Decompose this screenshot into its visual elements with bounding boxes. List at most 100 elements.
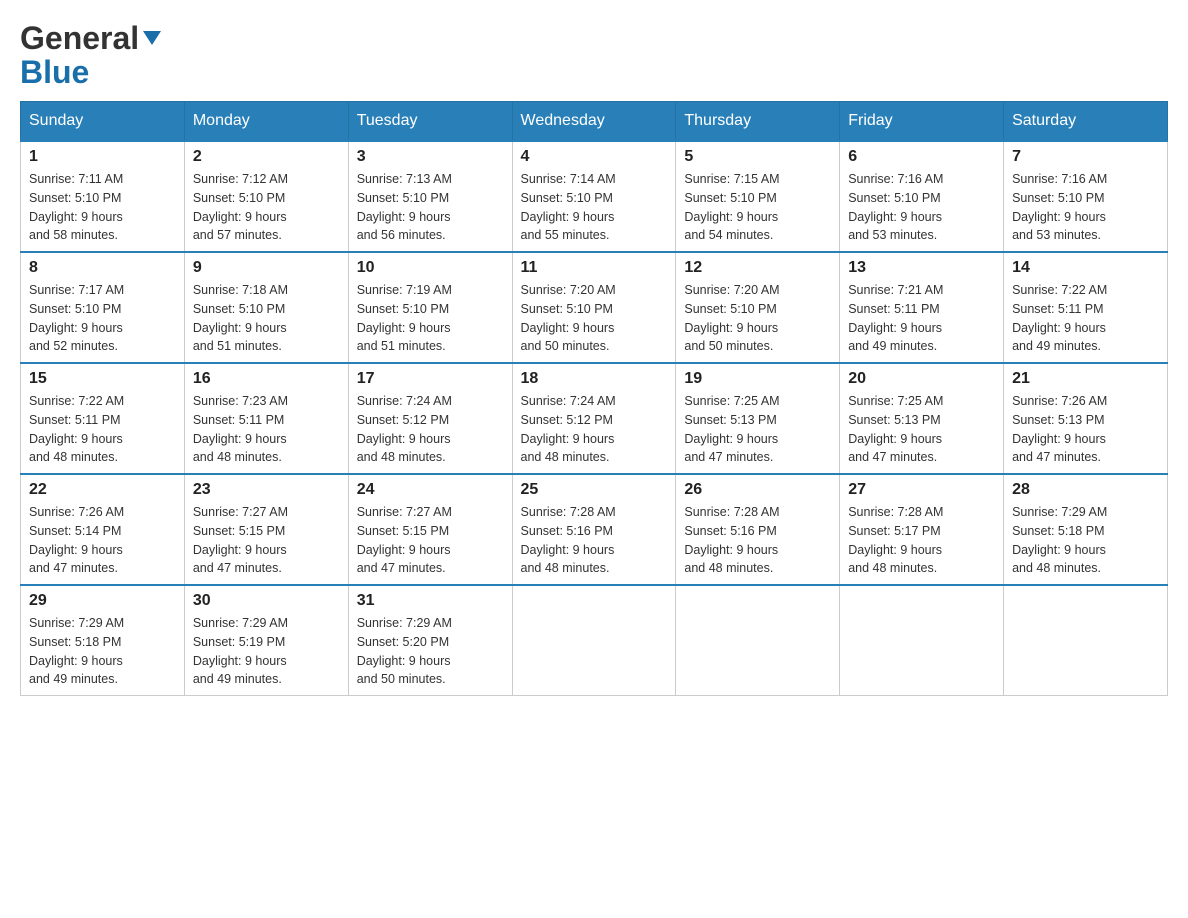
day-info: Sunrise: 7:29 AM Sunset: 5:19 PM Dayligh… bbox=[193, 614, 340, 689]
day-number: 26 bbox=[684, 481, 831, 499]
calendar-cell: 6 Sunrise: 7:16 AM Sunset: 5:10 PM Dayli… bbox=[840, 141, 1004, 252]
day-info: Sunrise: 7:17 AM Sunset: 5:10 PM Dayligh… bbox=[29, 281, 176, 356]
day-number: 17 bbox=[357, 370, 504, 388]
calendar-body: 1 Sunrise: 7:11 AM Sunset: 5:10 PM Dayli… bbox=[21, 141, 1168, 696]
day-info: Sunrise: 7:24 AM Sunset: 5:12 PM Dayligh… bbox=[357, 392, 504, 467]
logo: General Blue bbox=[20, 20, 161, 91]
weekday-header-friday: Friday bbox=[840, 102, 1004, 142]
weekday-header-sunday: Sunday bbox=[21, 102, 185, 142]
day-number: 10 bbox=[357, 259, 504, 277]
calendar-cell: 26 Sunrise: 7:28 AM Sunset: 5:16 PM Dayl… bbox=[676, 474, 840, 585]
day-number: 5 bbox=[684, 148, 831, 166]
day-info: Sunrise: 7:11 AM Sunset: 5:10 PM Dayligh… bbox=[29, 170, 176, 245]
day-number: 16 bbox=[193, 370, 340, 388]
day-info: Sunrise: 7:25 AM Sunset: 5:13 PM Dayligh… bbox=[848, 392, 995, 467]
day-info: Sunrise: 7:12 AM Sunset: 5:10 PM Dayligh… bbox=[193, 170, 340, 245]
day-info: Sunrise: 7:13 AM Sunset: 5:10 PM Dayligh… bbox=[357, 170, 504, 245]
day-info: Sunrise: 7:18 AM Sunset: 5:10 PM Dayligh… bbox=[193, 281, 340, 356]
weekday-header-monday: Monday bbox=[184, 102, 348, 142]
day-info: Sunrise: 7:21 AM Sunset: 5:11 PM Dayligh… bbox=[848, 281, 995, 356]
weekday-header-saturday: Saturday bbox=[1004, 102, 1168, 142]
calendar-table: SundayMondayTuesdayWednesdayThursdayFrid… bbox=[20, 101, 1168, 696]
day-number: 8 bbox=[29, 259, 176, 277]
calendar-cell: 10 Sunrise: 7:19 AM Sunset: 5:10 PM Dayl… bbox=[348, 252, 512, 363]
calendar-week-4: 22 Sunrise: 7:26 AM Sunset: 5:14 PM Dayl… bbox=[21, 474, 1168, 585]
calendar-cell: 15 Sunrise: 7:22 AM Sunset: 5:11 PM Dayl… bbox=[21, 363, 185, 474]
day-number: 22 bbox=[29, 481, 176, 499]
calendar-cell bbox=[840, 585, 1004, 696]
day-number: 28 bbox=[1012, 481, 1159, 499]
day-info: Sunrise: 7:24 AM Sunset: 5:12 PM Dayligh… bbox=[521, 392, 668, 467]
day-number: 9 bbox=[193, 259, 340, 277]
calendar-cell: 7 Sunrise: 7:16 AM Sunset: 5:10 PM Dayli… bbox=[1004, 141, 1168, 252]
day-info: Sunrise: 7:16 AM Sunset: 5:10 PM Dayligh… bbox=[1012, 170, 1159, 245]
header: General Blue bbox=[20, 20, 1168, 91]
calendar-header: SundayMondayTuesdayWednesdayThursdayFrid… bbox=[21, 102, 1168, 142]
calendar-cell: 2 Sunrise: 7:12 AM Sunset: 5:10 PM Dayli… bbox=[184, 141, 348, 252]
calendar-cell bbox=[512, 585, 676, 696]
calendar-cell: 19 Sunrise: 7:25 AM Sunset: 5:13 PM Dayl… bbox=[676, 363, 840, 474]
day-number: 6 bbox=[848, 148, 995, 166]
calendar-cell: 5 Sunrise: 7:15 AM Sunset: 5:10 PM Dayli… bbox=[676, 141, 840, 252]
day-info: Sunrise: 7:29 AM Sunset: 5:18 PM Dayligh… bbox=[1012, 503, 1159, 578]
calendar-week-3: 15 Sunrise: 7:22 AM Sunset: 5:11 PM Dayl… bbox=[21, 363, 1168, 474]
day-info: Sunrise: 7:28 AM Sunset: 5:17 PM Dayligh… bbox=[848, 503, 995, 578]
day-number: 11 bbox=[521, 259, 668, 277]
day-info: Sunrise: 7:22 AM Sunset: 5:11 PM Dayligh… bbox=[29, 392, 176, 467]
day-info: Sunrise: 7:15 AM Sunset: 5:10 PM Dayligh… bbox=[684, 170, 831, 245]
day-info: Sunrise: 7:28 AM Sunset: 5:16 PM Dayligh… bbox=[684, 503, 831, 578]
calendar-cell: 16 Sunrise: 7:23 AM Sunset: 5:11 PM Dayl… bbox=[184, 363, 348, 474]
calendar-cell: 29 Sunrise: 7:29 AM Sunset: 5:18 PM Dayl… bbox=[21, 585, 185, 696]
day-number: 21 bbox=[1012, 370, 1159, 388]
day-number: 31 bbox=[357, 592, 504, 610]
day-number: 1 bbox=[29, 148, 176, 166]
day-info: Sunrise: 7:28 AM Sunset: 5:16 PM Dayligh… bbox=[521, 503, 668, 578]
calendar-cell: 20 Sunrise: 7:25 AM Sunset: 5:13 PM Dayl… bbox=[840, 363, 1004, 474]
day-info: Sunrise: 7:29 AM Sunset: 5:20 PM Dayligh… bbox=[357, 614, 504, 689]
weekday-header-wednesday: Wednesday bbox=[512, 102, 676, 142]
day-number: 27 bbox=[848, 481, 995, 499]
weekday-header-row: SundayMondayTuesdayWednesdayThursdayFrid… bbox=[21, 102, 1168, 142]
calendar-cell: 12 Sunrise: 7:20 AM Sunset: 5:10 PM Dayl… bbox=[676, 252, 840, 363]
calendar-cell: 22 Sunrise: 7:26 AM Sunset: 5:14 PM Dayl… bbox=[21, 474, 185, 585]
calendar-cell: 9 Sunrise: 7:18 AM Sunset: 5:10 PM Dayli… bbox=[184, 252, 348, 363]
calendar-cell: 23 Sunrise: 7:27 AM Sunset: 5:15 PM Dayl… bbox=[184, 474, 348, 585]
day-number: 4 bbox=[521, 148, 668, 166]
day-number: 7 bbox=[1012, 148, 1159, 166]
calendar-cell: 27 Sunrise: 7:28 AM Sunset: 5:17 PM Dayl… bbox=[840, 474, 1004, 585]
day-info: Sunrise: 7:29 AM Sunset: 5:18 PM Dayligh… bbox=[29, 614, 176, 689]
day-number: 18 bbox=[521, 370, 668, 388]
day-number: 19 bbox=[684, 370, 831, 388]
calendar-cell: 14 Sunrise: 7:22 AM Sunset: 5:11 PM Dayl… bbox=[1004, 252, 1168, 363]
day-info: Sunrise: 7:27 AM Sunset: 5:15 PM Dayligh… bbox=[193, 503, 340, 578]
day-number: 23 bbox=[193, 481, 340, 499]
day-number: 2 bbox=[193, 148, 340, 166]
day-info: Sunrise: 7:27 AM Sunset: 5:15 PM Dayligh… bbox=[357, 503, 504, 578]
day-info: Sunrise: 7:23 AM Sunset: 5:11 PM Dayligh… bbox=[193, 392, 340, 467]
day-info: Sunrise: 7:20 AM Sunset: 5:10 PM Dayligh… bbox=[684, 281, 831, 356]
day-info: Sunrise: 7:22 AM Sunset: 5:11 PM Dayligh… bbox=[1012, 281, 1159, 356]
day-info: Sunrise: 7:20 AM Sunset: 5:10 PM Dayligh… bbox=[521, 281, 668, 356]
logo-blue: Blue bbox=[20, 54, 89, 91]
day-number: 20 bbox=[848, 370, 995, 388]
calendar-cell: 30 Sunrise: 7:29 AM Sunset: 5:19 PM Dayl… bbox=[184, 585, 348, 696]
calendar-week-5: 29 Sunrise: 7:29 AM Sunset: 5:18 PM Dayl… bbox=[21, 585, 1168, 696]
weekday-header-tuesday: Tuesday bbox=[348, 102, 512, 142]
calendar-cell: 3 Sunrise: 7:13 AM Sunset: 5:10 PM Dayli… bbox=[348, 141, 512, 252]
calendar-cell: 24 Sunrise: 7:27 AM Sunset: 5:15 PM Dayl… bbox=[348, 474, 512, 585]
day-number: 25 bbox=[521, 481, 668, 499]
day-number: 29 bbox=[29, 592, 176, 610]
day-number: 30 bbox=[193, 592, 340, 610]
day-info: Sunrise: 7:26 AM Sunset: 5:14 PM Dayligh… bbox=[29, 503, 176, 578]
calendar-cell: 18 Sunrise: 7:24 AM Sunset: 5:12 PM Dayl… bbox=[512, 363, 676, 474]
weekday-header-thursday: Thursday bbox=[676, 102, 840, 142]
calendar-cell: 28 Sunrise: 7:29 AM Sunset: 5:18 PM Dayl… bbox=[1004, 474, 1168, 585]
day-info: Sunrise: 7:26 AM Sunset: 5:13 PM Dayligh… bbox=[1012, 392, 1159, 467]
calendar-cell bbox=[1004, 585, 1168, 696]
day-info: Sunrise: 7:19 AM Sunset: 5:10 PM Dayligh… bbox=[357, 281, 504, 356]
day-info: Sunrise: 7:16 AM Sunset: 5:10 PM Dayligh… bbox=[848, 170, 995, 245]
day-info: Sunrise: 7:14 AM Sunset: 5:10 PM Dayligh… bbox=[521, 170, 668, 245]
calendar-cell: 21 Sunrise: 7:26 AM Sunset: 5:13 PM Dayl… bbox=[1004, 363, 1168, 474]
calendar-cell: 13 Sunrise: 7:21 AM Sunset: 5:11 PM Dayl… bbox=[840, 252, 1004, 363]
calendar-week-1: 1 Sunrise: 7:11 AM Sunset: 5:10 PM Dayli… bbox=[21, 141, 1168, 252]
